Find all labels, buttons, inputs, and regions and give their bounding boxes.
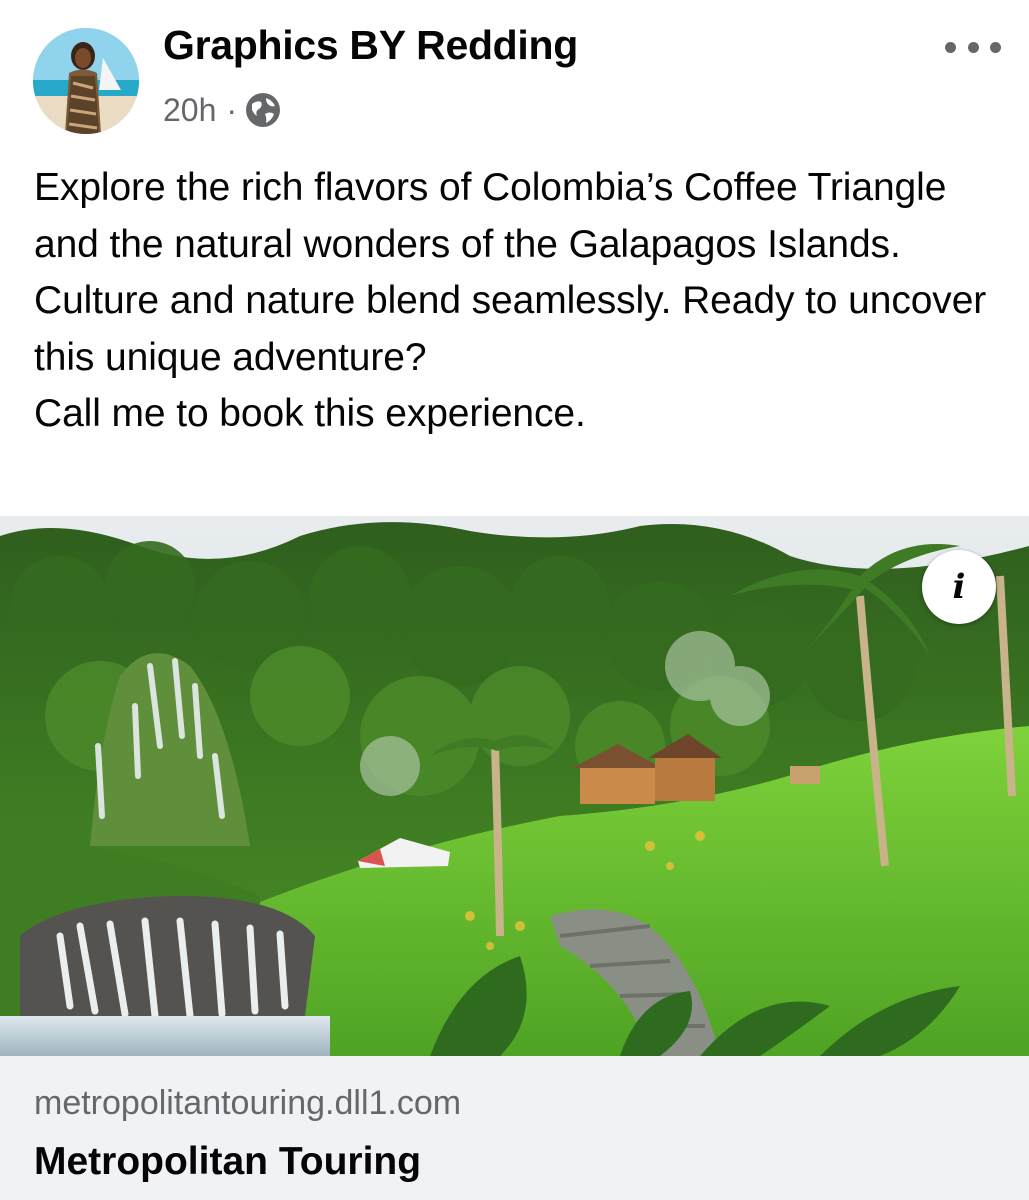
post-meta: 20h · bbox=[163, 88, 281, 132]
meta-separator: · bbox=[226, 91, 238, 128]
info-icon[interactable]: i bbox=[922, 550, 996, 624]
post-text-paragraph: Call me to book this experience. bbox=[34, 392, 586, 435]
feed-post: Graphics BY Redding 20h · Explore the ri… bbox=[0, 0, 1029, 1200]
more-options-icon[interactable] bbox=[945, 30, 1001, 64]
landscape-photo bbox=[0, 516, 1029, 1056]
post-text-paragraph: Explore the rich flavors of Colombia’s C… bbox=[34, 166, 987, 379]
avatar-image bbox=[33, 28, 139, 134]
link-preview-card[interactable]: metropolitantouring.dll1.com Metropolita… bbox=[0, 1056, 1029, 1200]
author-name[interactable]: Graphics BY Redding bbox=[163, 22, 578, 69]
post-timestamp[interactable]: 20h bbox=[163, 92, 216, 129]
post-image[interactable] bbox=[0, 516, 1029, 1056]
link-title[interactable]: Metropolitan Touring bbox=[34, 1140, 421, 1184]
post-text: Explore the rich flavors of Colombia’s C… bbox=[34, 160, 1004, 443]
globe-icon[interactable] bbox=[245, 92, 281, 128]
post-header: Graphics BY Redding 20h · bbox=[0, 0, 1029, 150]
link-domain: metropolitantouring.dll1.com bbox=[34, 1084, 462, 1122]
author-avatar[interactable] bbox=[33, 28, 139, 134]
